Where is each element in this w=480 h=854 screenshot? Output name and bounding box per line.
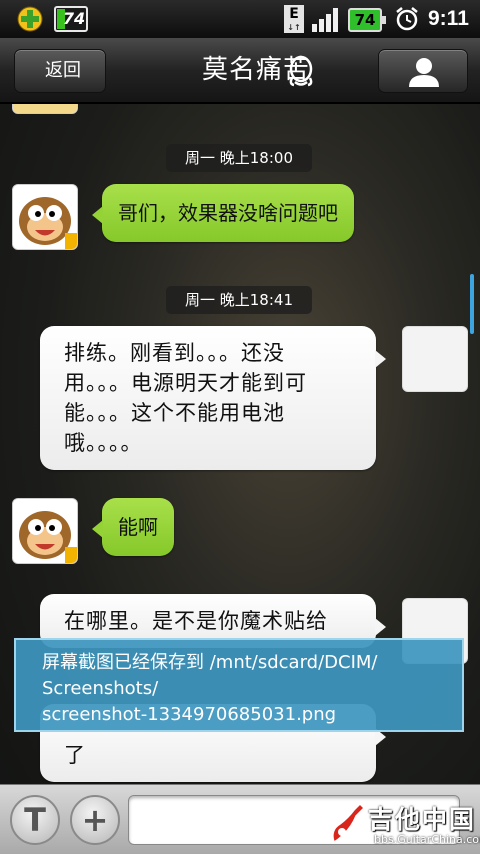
plus-icon: + — [81, 801, 109, 839]
message-line: 在哪里。是不是你魔术贴给 — [64, 609, 328, 633]
watermark-title: 吉他中国 — [368, 805, 477, 834]
message-bubble-incoming[interactable]: 哥们，效果器没啥问题吧 — [92, 184, 354, 242]
text-format-icon: T — [24, 801, 46, 839]
scrollbar[interactable] — [470, 274, 474, 334]
title-bar: 返回 莫名痛苦 — [0, 38, 480, 104]
my-avatar[interactable] — [402, 326, 468, 392]
toast-line: Screenshots/ — [42, 678, 159, 699]
back-button[interactable]: 返回 — [14, 49, 106, 93]
signal-strength-icon — [312, 8, 342, 32]
toast-line: 屏幕截图已经保存到 /mnt/sdcard/DCIM/ — [42, 652, 378, 673]
guitar-logo-icon — [332, 802, 366, 844]
alarm-clock-icon — [396, 7, 418, 31]
contact-avatar[interactable] — [12, 498, 78, 564]
contact-name-title: 莫名痛苦 — [201, 55, 310, 85]
clock-time: 9:11 — [428, 7, 469, 30]
message-line: 排练。刚看到。。。还没 — [64, 341, 285, 365]
contact-avatar[interactable] — [12, 184, 78, 250]
status-bar: 74 E ↓↑ 74 9:11 — [0, 0, 480, 38]
message-bubble-outgoing[interactable]: 排练。刚看到。。。还没 用。。。电源明天才能到可 能。。。这个不能用电池 哦。。… — [40, 326, 386, 470]
person-icon — [409, 58, 439, 87]
guitarchina-watermark: 吉他中国 bbs.GuitarChina.com — [328, 800, 480, 852]
profile-button[interactable] — [378, 49, 468, 93]
qq-penguin-icon — [289, 55, 313, 87]
add-attachment-button[interactable]: + — [70, 795, 120, 845]
screenshot-saved-toast: 屏幕截图已经保存到 /mnt/sdcard/DCIM/ Screenshots/… — [14, 638, 464, 732]
contact-avatar[interactable] — [12, 104, 78, 114]
watermark-url: bbs.GuitarChina.com — [374, 833, 480, 846]
battery-icon: 74 — [348, 8, 386, 32]
message-line: 哦。。。。 — [64, 431, 143, 455]
timestamp: 周一 晚上18:00 — [166, 144, 312, 172]
app-notification-icon — [17, 6, 43, 32]
message-line: 用。。。电源明天才能到可 — [64, 371, 307, 395]
message-line: 能。。。这个不能用电池 — [64, 401, 285, 425]
message-bubble-incoming[interactable]: 能啊 — [92, 498, 174, 556]
text-format-button[interactable]: T — [10, 795, 60, 845]
timestamp: 周一 晚上18:41 — [166, 286, 312, 314]
battery-small-icon: 74 — [54, 6, 88, 32]
toast-line: screenshot-1334970685031.png — [42, 704, 337, 725]
network-type-icon: E ↓↑ — [284, 5, 304, 33]
message-line: 了 — [64, 743, 86, 767]
